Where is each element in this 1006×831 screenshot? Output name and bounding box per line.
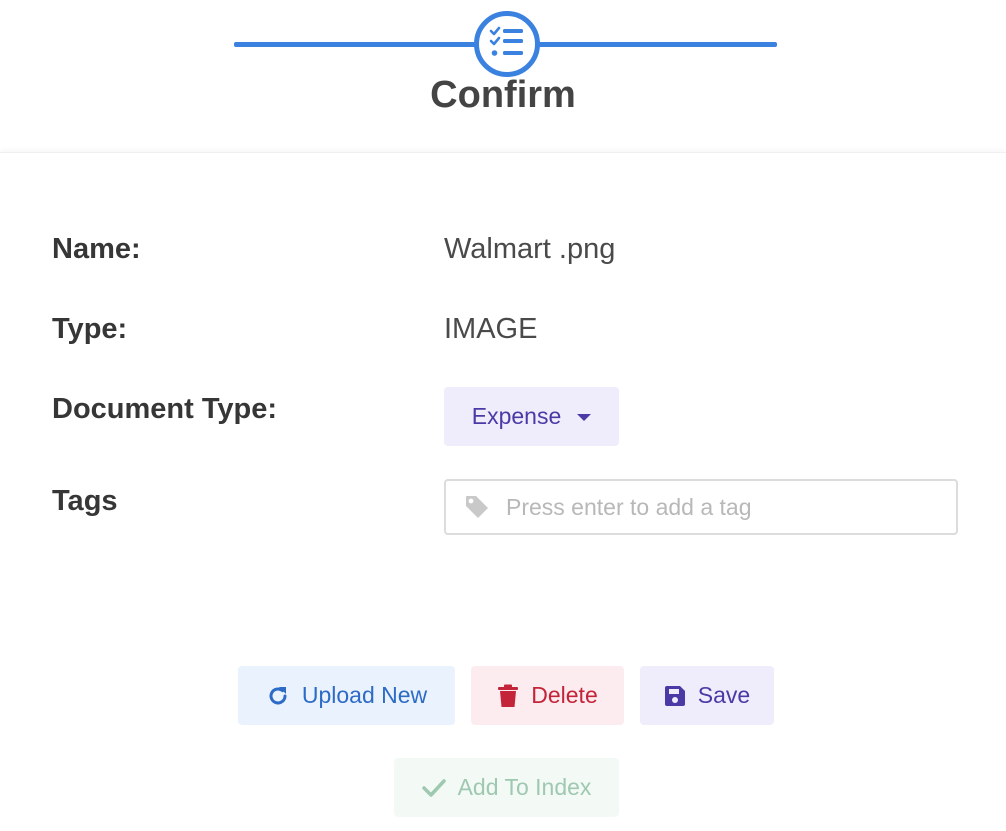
name-value: Walmart .png [444, 233, 616, 265]
document-type-value: Expense [471, 403, 562, 429]
add-to-index-label: Add To Index [457, 774, 592, 800]
refresh-icon [266, 684, 290, 708]
type-label: Type: [52, 313, 128, 345]
stepper-line-right [534, 42, 777, 47]
type-value: IMAGE [444, 313, 538, 345]
caret-down-icon [577, 414, 592, 421]
floppy-disk-icon [664, 685, 686, 707]
step-indicator [474, 11, 540, 77]
name-label: Name: [52, 233, 141, 265]
step-title: Confirm [430, 74, 576, 116]
checkmark-icon [421, 778, 446, 798]
stepper-line-left [234, 42, 480, 47]
tags-label: Tags [52, 485, 118, 517]
confirm-card: Name: Walmart .png Type: IMAGE Document … [0, 152, 1006, 831]
save-label: Save [697, 682, 751, 708]
upload-new-button[interactable]: Upload New [238, 666, 455, 725]
document-type-label: Document Type: [52, 393, 278, 425]
upload-new-label: Upload New [301, 682, 428, 708]
document-type-dropdown[interactable]: Expense [444, 387, 619, 446]
tags-field[interactable] [444, 479, 958, 535]
save-button[interactable]: Save [640, 666, 774, 725]
trash-icon [497, 684, 519, 708]
tag-icon [464, 494, 490, 520]
tags-input[interactable] [506, 493, 926, 521]
checklist-icon [489, 26, 525, 63]
progress-stepper: Confirm [0, 0, 1006, 150]
delete-button[interactable]: Delete [471, 666, 624, 725]
delete-label: Delete [531, 682, 598, 708]
add-to-index-button[interactable]: Add To Index [394, 758, 619, 817]
